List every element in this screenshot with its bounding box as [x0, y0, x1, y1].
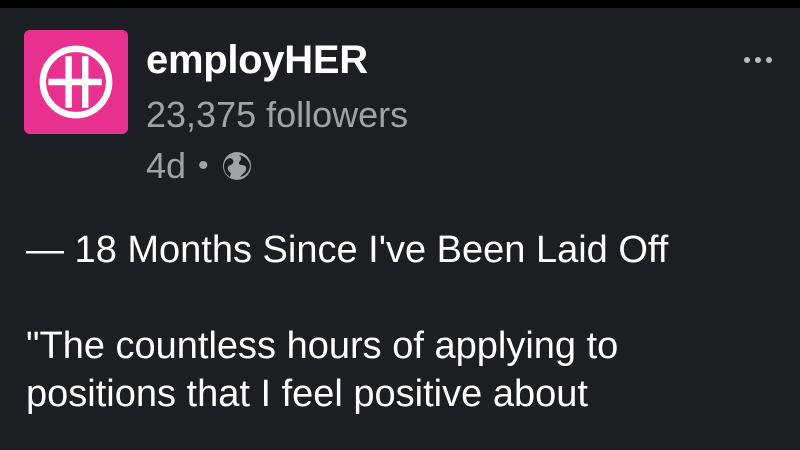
post-body: — 18 Months Since I've Been Laid Off "Th…: [26, 226, 766, 418]
more-options-dot: [755, 57, 761, 63]
post-time: 4d: [146, 145, 187, 186]
post-meta: 4d •: [146, 144, 253, 188]
more-options-icon: [744, 57, 750, 63]
more-options-button[interactable]: [738, 48, 778, 72]
post-quote-line-2: positions that I feel positive about: [26, 373, 588, 415]
author-name[interactable]: employHER: [146, 38, 368, 83]
company-logo[interactable]: [24, 30, 128, 134]
post-quote-line-1: "The countless hours of applying to: [26, 325, 619, 367]
more-options-dot: [766, 57, 772, 63]
employher-logo-icon: [39, 45, 113, 119]
post-heading: — 18 Months Since I've Been Laid Off: [26, 229, 669, 271]
globe-icon: [222, 152, 251, 180]
follower-count: 23,375 followers: [146, 94, 409, 135]
top-edge: [0, 0, 800, 8]
post-card: employHER 23,375 followers 4d • — 18 Mon…: [0, 8, 800, 450]
meta-separator: •: [198, 149, 209, 182]
